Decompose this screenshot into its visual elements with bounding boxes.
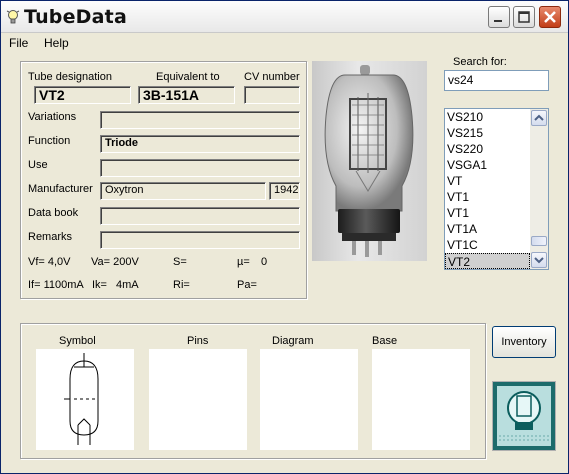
- variations-field[interactable]: [100, 111, 300, 129]
- cv-number-label: CV number: [244, 71, 300, 83]
- menu-help[interactable]: Help: [44, 36, 69, 50]
- menu-file[interactable]: File: [9, 36, 28, 50]
- results-scrollbar[interactable]: [530, 109, 548, 269]
- ik-label: Ik=: [92, 279, 107, 291]
- tube-photo: [312, 61, 427, 261]
- list-item[interactable]: VT1A: [445, 221, 530, 237]
- lightbulb-icon: [6, 10, 20, 24]
- menu-bar: File Help: [1, 34, 568, 52]
- symbol-pane: [36, 349, 134, 450]
- remarks-field[interactable]: [100, 231, 300, 249]
- tube-logo-icon: [493, 382, 555, 450]
- base-pane: [372, 349, 470, 450]
- va-value: Va= 200V: [91, 256, 139, 268]
- pins-label: Pins: [187, 335, 209, 347]
- ik-value: 4mA: [116, 279, 139, 291]
- pa-value: Pa=: [237, 279, 257, 291]
- remarks-label: Remarks: [28, 231, 73, 243]
- search-label: Search for:: [453, 56, 507, 68]
- manufacturer-field[interactable]: Oxytron: [100, 182, 266, 200]
- list-item[interactable]: VS210: [445, 109, 530, 125]
- s-value: S=: [173, 256, 187, 268]
- mu-value: 0: [261, 256, 268, 268]
- year-field[interactable]: 1942: [269, 182, 300, 200]
- pins-pane: [149, 349, 247, 450]
- mu-label: µ=: [237, 256, 250, 268]
- symbol-label: Symbol: [59, 335, 96, 347]
- app-logo: [492, 381, 556, 451]
- scroll-thumb[interactable]: [531, 236, 547, 246]
- use-label: Use: [28, 159, 48, 171]
- vf-value: Vf= 4,0V: [28, 256, 71, 268]
- use-field[interactable]: [100, 159, 300, 177]
- designation-label: Tube designation: [28, 71, 112, 83]
- list-item[interactable]: VT2: [445, 253, 530, 269]
- search-input[interactable]: vs24: [444, 70, 549, 91]
- list-item[interactable]: VS220: [445, 141, 530, 157]
- close-button[interactable]: [539, 6, 561, 28]
- app-window: TubeData File Help Tube designation Equi…: [0, 0, 569, 474]
- list-item[interactable]: VT: [445, 173, 530, 189]
- scroll-up-button[interactable]: [531, 110, 547, 126]
- scroll-down-button[interactable]: [531, 252, 547, 268]
- diagram-label: Diagram: [272, 335, 314, 347]
- arrow-up-icon: [534, 114, 544, 121]
- title-bar[interactable]: TubeData: [1, 1, 568, 33]
- base-label: Base: [372, 335, 398, 347]
- diagram-pane: [260, 349, 358, 450]
- results-list[interactable]: VS210 VS215 VS220 VSGA1 VT VT1 VT1 VT1A VT1C VT2: [444, 108, 549, 270]
- ri-value: Ri=: [173, 279, 190, 291]
- databook-field[interactable]: [100, 207, 300, 225]
- list-item[interactable]: VT1: [445, 205, 530, 221]
- variations-label: Variations: [28, 111, 77, 123]
- maximize-button[interactable]: [513, 6, 535, 28]
- equivalent-field[interactable]: 3B-151A: [138, 86, 235, 104]
- function-field[interactable]: Triode: [100, 135, 300, 153]
- inventory-button[interactable]: Inventory: [492, 326, 556, 358]
- list-item[interactable]: VSGA1: [445, 157, 530, 173]
- designation-field[interactable]: VT2: [34, 86, 131, 104]
- triode-symbol-icon: [64, 353, 99, 445]
- databook-label: Data book: [28, 207, 79, 219]
- minimize-icon: [494, 20, 502, 22]
- vacuum-tube-image: [324, 65, 414, 257]
- manufacturer-label: Manufacturer: [28, 183, 93, 195]
- list-item[interactable]: VS215: [445, 125, 530, 141]
- function-label: Function: [28, 135, 71, 147]
- close-icon: [544, 11, 556, 23]
- window-title: TubeData: [24, 6, 127, 28]
- arrow-down-icon: [534, 257, 544, 264]
- equivalent-label: Equivalent to: [156, 71, 220, 83]
- if-value: If= 1100mA: [28, 279, 84, 291]
- minimize-button[interactable]: [488, 6, 510, 28]
- list-item[interactable]: VT1: [445, 189, 530, 205]
- list-item[interactable]: VT1C: [445, 237, 530, 253]
- cv-number-field[interactable]: [244, 86, 300, 104]
- maximize-icon: [518, 11, 530, 23]
